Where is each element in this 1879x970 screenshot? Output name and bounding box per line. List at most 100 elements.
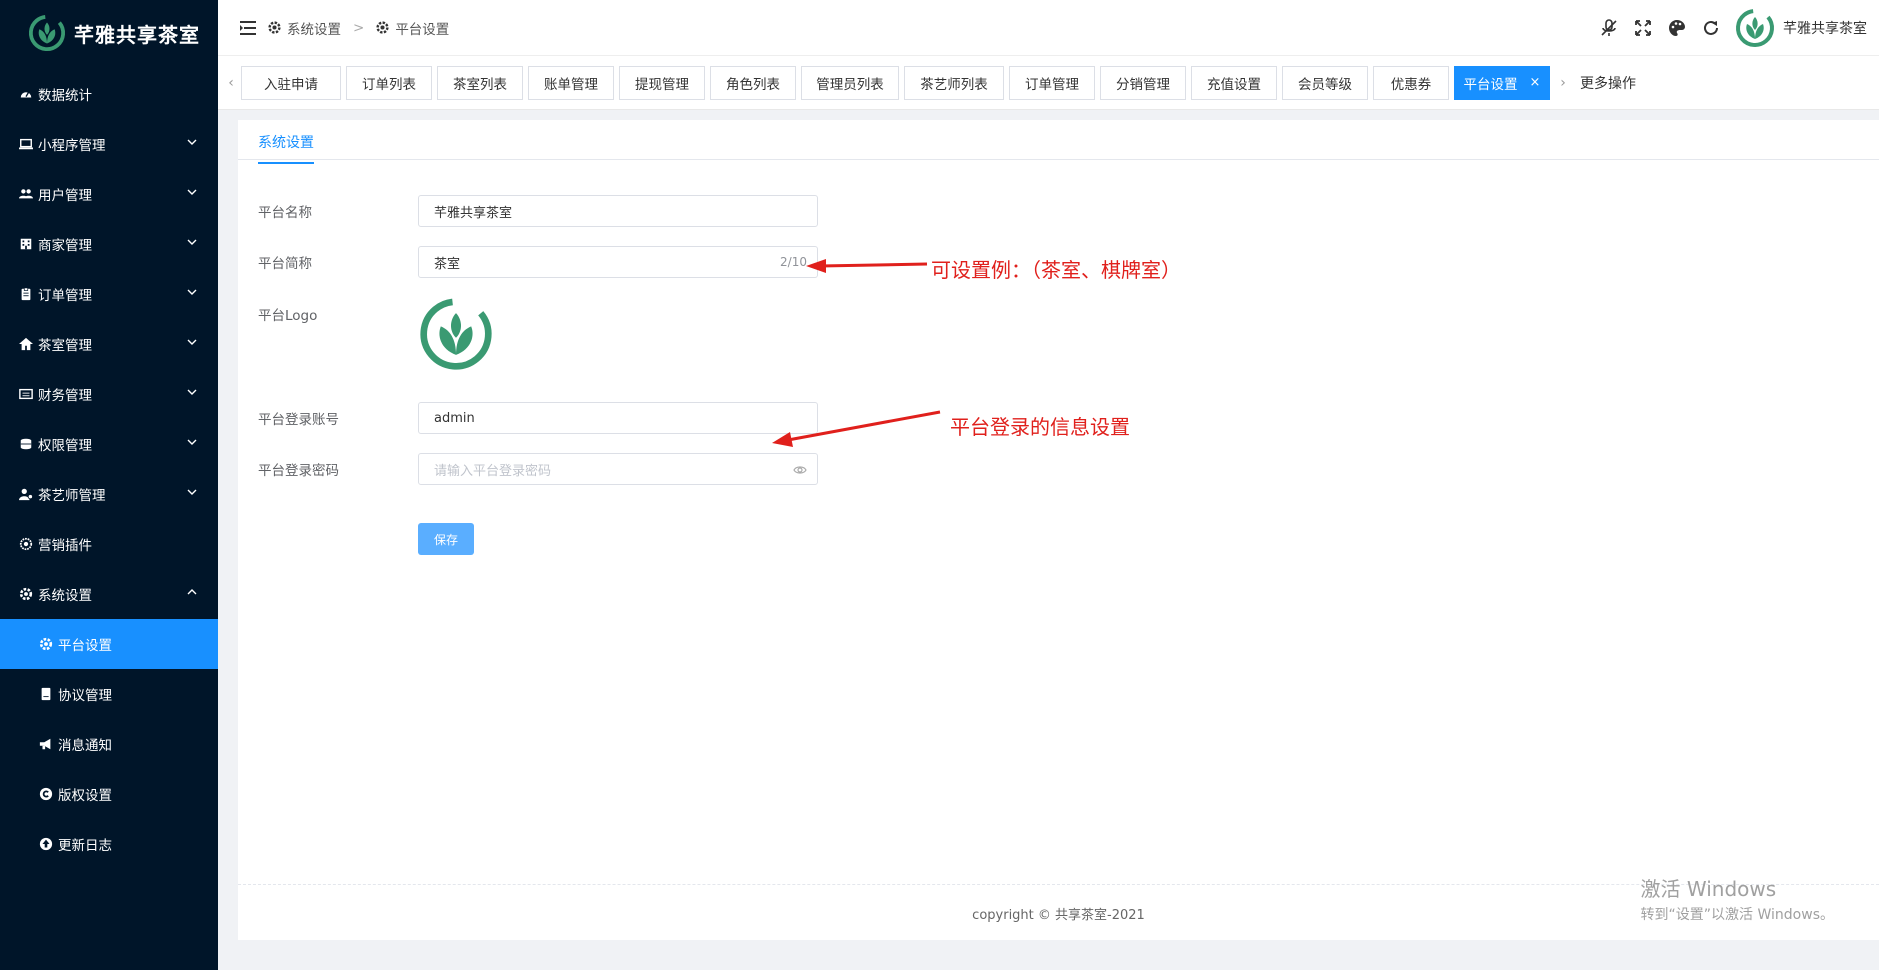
tab-item[interactable]: 入驻申请 — [241, 65, 341, 100]
sidebar-subitem[interactable]: 更新日志 — [0, 819, 218, 869]
sidebar-subitem[interactable]: 平台设置 — [0, 619, 218, 669]
megaphone-icon — [38, 736, 54, 752]
windows-activation-watermark: 激活 Windows 转到“设置”以激活 Windows。 — [1641, 873, 1834, 924]
platform-short-input[interactable]: 茶室 2/10 — [418, 246, 818, 278]
platform-name-value: 芊雅共享茶室 — [434, 205, 513, 221]
login-account-input[interactable]: admin — [418, 402, 818, 434]
sidebar-item[interactable]: 商家管理 — [0, 219, 218, 269]
footer-divider — [238, 884, 1879, 885]
book-icon — [38, 686, 54, 702]
eye-icon[interactable] — [793, 463, 807, 477]
sidebar-item[interactable]: 数据统计 — [0, 69, 218, 119]
sidebar-item-label: 财务管理 — [38, 388, 92, 404]
settings-card: 系统设置 平台名称 芊雅共享茶室 平台简称 茶室 2/10 平台Logo 平台登… — [238, 120, 1879, 940]
tab-item[interactable]: 管理员列表 — [801, 65, 899, 100]
tab-item[interactable]: 茶艺师列表 — [904, 65, 1004, 100]
palette-icon[interactable] — [1667, 18, 1687, 38]
sidebar-item-label: 小程序管理 — [38, 138, 106, 154]
laptop-icon — [18, 136, 34, 152]
tab-item[interactable]: 提现管理 — [619, 65, 705, 100]
sidebar-item[interactable]: 茶艺师管理 — [0, 469, 218, 519]
gear-icon — [38, 636, 54, 652]
platform-logo-label: 平台Logo — [258, 308, 318, 324]
tab-item[interactable]: 茶室列表 — [437, 65, 523, 100]
settings-icon — [18, 536, 34, 552]
sidebar-item-label: 营销插件 — [38, 538, 92, 554]
users-icon — [18, 186, 34, 202]
chevron-right-icon[interactable]: › — [1550, 75, 1576, 91]
user-gear-icon — [18, 486, 34, 502]
sidebar-item-label: 用户管理 — [38, 188, 92, 204]
sidebar-item[interactable]: 订单管理 — [0, 269, 218, 319]
more-actions-button[interactable]: 更多操作 — [1580, 73, 1636, 93]
sidebar-subitem[interactable]: 协议管理 — [0, 669, 218, 719]
sidebar-item[interactable]: 系统设置 — [0, 569, 218, 619]
tab-label: 茶艺师列表 — [920, 76, 988, 93]
sidebar-item-label: 订单管理 — [38, 288, 92, 304]
sidebar-subitem-label: 更新日志 — [58, 838, 112, 854]
sidebar-item[interactable]: 营销插件 — [0, 519, 218, 569]
annotation-login: 平台登录的信息设置 — [950, 415, 1130, 439]
chevron-down-icon — [187, 289, 197, 295]
tab-system-settings[interactable]: 系统设置 — [258, 132, 314, 164]
breadcrumb-item[interactable]: 平台设置 — [395, 18, 449, 38]
login-password-placeholder: 请输入平台登录密码 — [434, 463, 552, 479]
login-password-input[interactable]: 请输入平台登录密码 — [418, 453, 818, 485]
sidebar-subitem[interactable]: 版权设置 — [0, 769, 218, 819]
tab-label: 充值设置 — [1207, 76, 1261, 93]
platform-short-value: 茶室 — [434, 256, 461, 272]
sidebar: 芊雅共享茶室 数据统计小程序管理用户管理商家管理订单管理茶室管理财务管理权限管理… — [0, 0, 218, 970]
tab-item[interactable]: 分销管理 — [1100, 65, 1186, 100]
sidebar-item-label: 商家管理 — [38, 238, 92, 254]
chevron-down-icon — [187, 239, 197, 245]
tab-item[interactable]: 订单列表 — [346, 65, 432, 100]
tab-item[interactable]: 会员等级 — [1282, 65, 1368, 100]
microphone-muted-icon[interactable] — [1599, 18, 1619, 38]
sidebar-item[interactable]: 权限管理 — [0, 419, 218, 469]
tab-item[interactable]: 账单管理 — [528, 65, 614, 100]
tab-label: 茶室列表 — [453, 76, 507, 93]
dashboard-icon — [18, 86, 34, 102]
fullscreen-icon[interactable] — [1633, 18, 1653, 38]
char-count: 2/10 — [780, 255, 807, 269]
breadcrumb-item[interactable]: 系统设置 — [287, 18, 341, 38]
menu-toggle-icon[interactable] — [240, 20, 256, 35]
save-button[interactable]: 保存 — [418, 523, 474, 555]
platform-name-input[interactable]: 芊雅共享茶室 — [418, 195, 818, 227]
annotation-short-name: 可设置例：（茶室、棋牌室） — [931, 258, 1181, 282]
top-header: 系统设置 > 平台设置 芊雅共享茶室 — [218, 0, 1879, 56]
coins-icon — [18, 436, 34, 452]
chevron-down-icon — [187, 389, 197, 395]
sidebar-item[interactable]: 用户管理 — [0, 169, 218, 219]
sidebar-item[interactable]: 财务管理 — [0, 369, 218, 419]
login-account-label: 平台登录账号 — [258, 412, 339, 428]
tab-item[interactable]: 充值设置 — [1191, 65, 1277, 100]
tab-label: 管理员列表 — [816, 76, 884, 93]
tab-label: 入驻申请 — [264, 76, 318, 93]
money-icon — [18, 386, 34, 402]
avatar[interactable] — [1735, 8, 1775, 48]
tab-item[interactable]: 角色列表 — [710, 65, 796, 100]
sidebar-subitem[interactable]: 消息通知 — [0, 719, 218, 769]
sidebar-item[interactable]: 茶室管理 — [0, 319, 218, 369]
close-icon[interactable]: × — [1530, 75, 1541, 90]
watermark-title: 激活 Windows — [1640, 877, 1777, 901]
form-row-password: 平台登录密码 请输入平台登录密码 — [258, 453, 818, 485]
refresh-icon[interactable] — [1701, 18, 1721, 38]
sidebar-logo[interactable]: 芊雅共享茶室 — [0, 0, 218, 66]
login-password-label: 平台登录密码 — [258, 463, 339, 479]
user-name[interactable]: 芊雅共享茶室 — [1783, 18, 1867, 38]
chevron-down-icon — [187, 489, 197, 495]
tab-item[interactable]: 优惠券 — [1373, 65, 1449, 100]
sidebar-subitem-label: 平台设置 — [58, 638, 112, 654]
home-icon — [18, 336, 34, 352]
chevron-up-icon — [187, 589, 197, 595]
tab-item[interactable]: 平台设置 × — [1454, 65, 1550, 100]
platform-logo-upload[interactable] — [418, 296, 494, 372]
tab-item[interactable]: 订单管理 — [1009, 65, 1095, 100]
gear-icon — [18, 586, 34, 602]
sidebar-subitem-label: 消息通知 — [58, 738, 112, 754]
sidebar-item-label: 茶室管理 — [38, 338, 92, 354]
sidebar-item[interactable]: 小程序管理 — [0, 119, 218, 169]
tabs-bar: ‹ 入驻申请 订单列表 茶室列表 账单管理 提现管理 角色列表 管理员列表 茶艺师列表 订单管理… — [218, 56, 1879, 110]
